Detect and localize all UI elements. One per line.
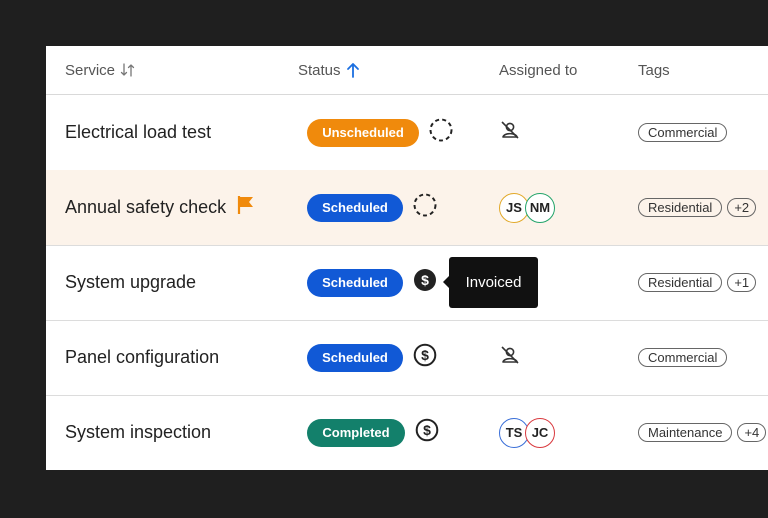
- svg-text:$: $: [421, 347, 429, 363]
- more-tags-badge[interactable]: +4: [737, 423, 767, 442]
- flag-icon: [236, 195, 256, 220]
- service-name: System inspection: [65, 422, 212, 442]
- more-tags-badge[interactable]: +1: [727, 273, 757, 292]
- table-row[interactable]: Panel configuration Scheduled $ Commerci: [46, 320, 768, 396]
- dollar-outline-icon[interactable]: $: [412, 342, 438, 373]
- column-header-service-label: Service: [65, 61, 116, 79]
- sort-both-icon: [120, 63, 136, 77]
- tags-cell: Maintenance +4: [638, 395, 767, 470]
- service-cell: System upgrade: [65, 245, 196, 320]
- service-name: Electrical load test: [65, 122, 212, 142]
- table-row[interactable]: Annual safety check Scheduled JS NM Resi…: [46, 170, 768, 246]
- column-header-tags[interactable]: Tags: [638, 46, 670, 94]
- column-header-service[interactable]: Service: [65, 46, 136, 94]
- dashed-circle-icon[interactable]: [428, 117, 454, 148]
- status-badge[interactable]: Scheduled: [307, 343, 403, 372]
- tags-cell: Residential +2: [638, 170, 757, 245]
- service-cell: Panel configuration: [65, 320, 219, 395]
- service-cell: Electrical load test: [65, 95, 211, 170]
- tags-cell: Residential +1: [638, 245, 757, 320]
- tags-cell: Commercial: [638, 320, 728, 395]
- dashed-circle-icon[interactable]: [412, 192, 438, 223]
- svg-text:$: $: [423, 422, 431, 438]
- service-name: Annual safety check: [65, 197, 227, 217]
- assignee-cell[interactable]: [499, 95, 521, 170]
- status-badge[interactable]: Unscheduled: [307, 118, 419, 147]
- tag[interactable]: Commercial: [638, 348, 728, 367]
- assignee-cell[interactable]: TS JC: [499, 395, 555, 470]
- column-header-assigned-label: Assigned to: [499, 61, 578, 79]
- status-badge[interactable]: Scheduled: [307, 193, 403, 222]
- unassigned-user-icon[interactable]: [499, 345, 521, 370]
- column-header-tags-label: Tags: [638, 61, 670, 79]
- svg-text:$: $: [421, 272, 429, 288]
- column-header-status[interactable]: Status: [298, 46, 360, 94]
- status-cell: Scheduled $: [307, 245, 438, 320]
- status-cell: Scheduled: [307, 170, 438, 245]
- assignee-cell[interactable]: [499, 320, 521, 395]
- tag[interactable]: Residential: [638, 198, 723, 217]
- status-cell: Unscheduled: [307, 95, 454, 170]
- tag[interactable]: Maintenance: [638, 423, 733, 442]
- tag[interactable]: Commercial: [638, 123, 728, 142]
- table-header: Service Status Assigned to Tags: [46, 46, 768, 95]
- status-badge[interactable]: Completed: [307, 418, 405, 447]
- avatar[interactable]: JC: [525, 417, 555, 448]
- table-row[interactable]: Electrical load test Unscheduled Commerc…: [46, 95, 768, 171]
- service-name: Panel configuration: [65, 347, 220, 367]
- table-row[interactable]: System inspection Completed $ TS JC Main…: [46, 395, 768, 470]
- assignee-cell[interactable]: JS NM: [499, 170, 555, 245]
- status-badge[interactable]: Scheduled: [307, 268, 403, 297]
- tooltip-text: Invoiced: [465, 274, 522, 291]
- tag[interactable]: Residential: [638, 273, 723, 292]
- unassigned-user-icon[interactable]: [499, 120, 521, 145]
- service-name: System upgrade: [65, 272, 197, 292]
- dollar-filled-icon[interactable]: $: [412, 267, 438, 298]
- service-cell: System inspection: [65, 395, 211, 470]
- avatar[interactable]: NM: [525, 192, 555, 223]
- services-table: Service Status Assigned to Tags Electric…: [46, 46, 768, 470]
- tags-cell: Commercial: [638, 95, 728, 170]
- dollar-outline-icon[interactable]: $: [414, 417, 440, 448]
- invoiced-tooltip: Invoiced: [443, 257, 538, 308]
- column-header-status-label: Status: [298, 61, 341, 79]
- table-row[interactable]: System upgrade Scheduled $ Residential +…: [46, 245, 768, 321]
- column-header-assigned[interactable]: Assigned to: [499, 46, 577, 94]
- service-cell: Annual safety check: [65, 170, 256, 245]
- status-cell: Completed $: [307, 395, 440, 470]
- more-tags-badge[interactable]: +2: [727, 198, 757, 217]
- status-cell: Scheduled $: [307, 320, 438, 395]
- sort-ascending-icon: [346, 62, 360, 78]
